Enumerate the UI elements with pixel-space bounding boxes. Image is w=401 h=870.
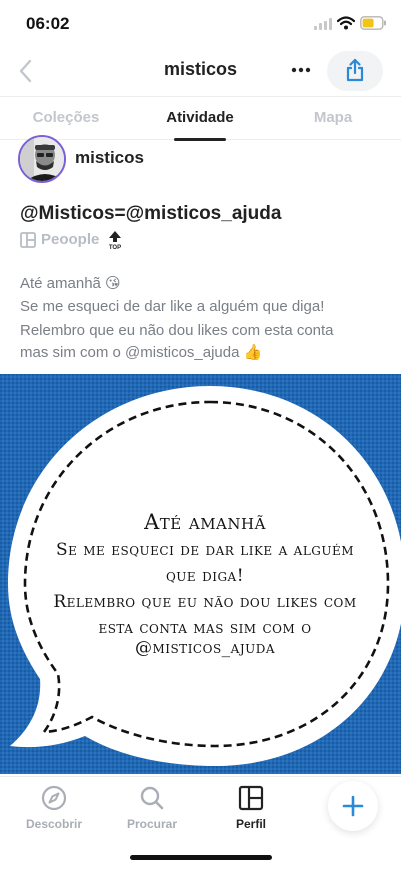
home-indicator[interactable]: [130, 855, 272, 860]
nav-label: Descobrir: [25, 817, 83, 831]
add-post-button[interactable]: [328, 781, 378, 831]
more-dots-icon: [291, 67, 311, 73]
collection-link[interactable]: Peoople TOP: [20, 230, 220, 250]
tab-bar: Coleções Atividade Mapa: [0, 96, 401, 141]
avatar-photo: [20, 137, 64, 181]
svg-text:TOP: TOP: [109, 245, 121, 250]
image-text-line: Relembro que eu não dou likes com: [53, 592, 357, 612]
collection-icon: [20, 232, 36, 248]
post-body-line: Até amanhã 😘: [20, 275, 121, 292]
post-body-line: Se me esqueci de dar like a alguém que d…: [20, 298, 325, 315]
battery-icon: [360, 16, 386, 30]
tab-mapa[interactable]: Mapa: [300, 109, 366, 126]
nav-descobrir[interactable]: Descobrir: [18, 785, 90, 845]
post-body-line: Relembro que eu não dou likes com esta c…: [20, 322, 334, 339]
top-arrow-icon: TOP: [109, 231, 121, 250]
nav-perfil[interactable]: Perfil: [215, 785, 287, 845]
post-author[interactable]: misticos: [18, 135, 378, 183]
search-icon: [140, 786, 164, 810]
grid-icon: [238, 785, 264, 811]
nav-label: Perfil: [235, 817, 266, 831]
tab-atividade[interactable]: Atividade: [152, 109, 248, 126]
share-button[interactable]: [327, 51, 383, 91]
post-title: @Misticos=@misticos_ajuda: [20, 203, 282, 224]
image-text-line: que diga!: [165, 566, 245, 586]
collection-name[interactable]: Peoople: [41, 231, 99, 248]
wifi-icon: [337, 16, 355, 30]
image-text-line: Até amanhã: [144, 510, 266, 534]
status-time: 06:02: [26, 14, 70, 33]
plus-icon: [342, 795, 364, 817]
more-options-button[interactable]: [288, 60, 314, 80]
author-name[interactable]: misticos: [75, 148, 144, 168]
image-text-line: esta conta mas sim com o @misticos_ajuda: [98, 618, 312, 658]
avatar[interactable]: [18, 135, 66, 183]
cellular-signal-icon: [314, 18, 332, 30]
tab-colecoes[interactable]: Coleções: [20, 109, 112, 126]
post-image[interactable]: Até amanhã Se me esqueci de dar like a a…: [0, 374, 401, 774]
compass-icon: [41, 785, 67, 811]
share-icon: [346, 58, 364, 82]
bottom-nav: Descobrir Procurar Perfil: [0, 776, 401, 870]
image-text-line: Se me esqueci de dar like a alguém: [55, 540, 355, 560]
post-body-line: mas sim com o @misticos_ajuda 👍: [20, 344, 263, 361]
status-bar: 06:02: [0, 0, 401, 48]
nav-label: Procurar: [126, 817, 178, 831]
nav-procurar[interactable]: Procurar: [116, 785, 188, 845]
nav-bar: misticos: [0, 48, 401, 94]
